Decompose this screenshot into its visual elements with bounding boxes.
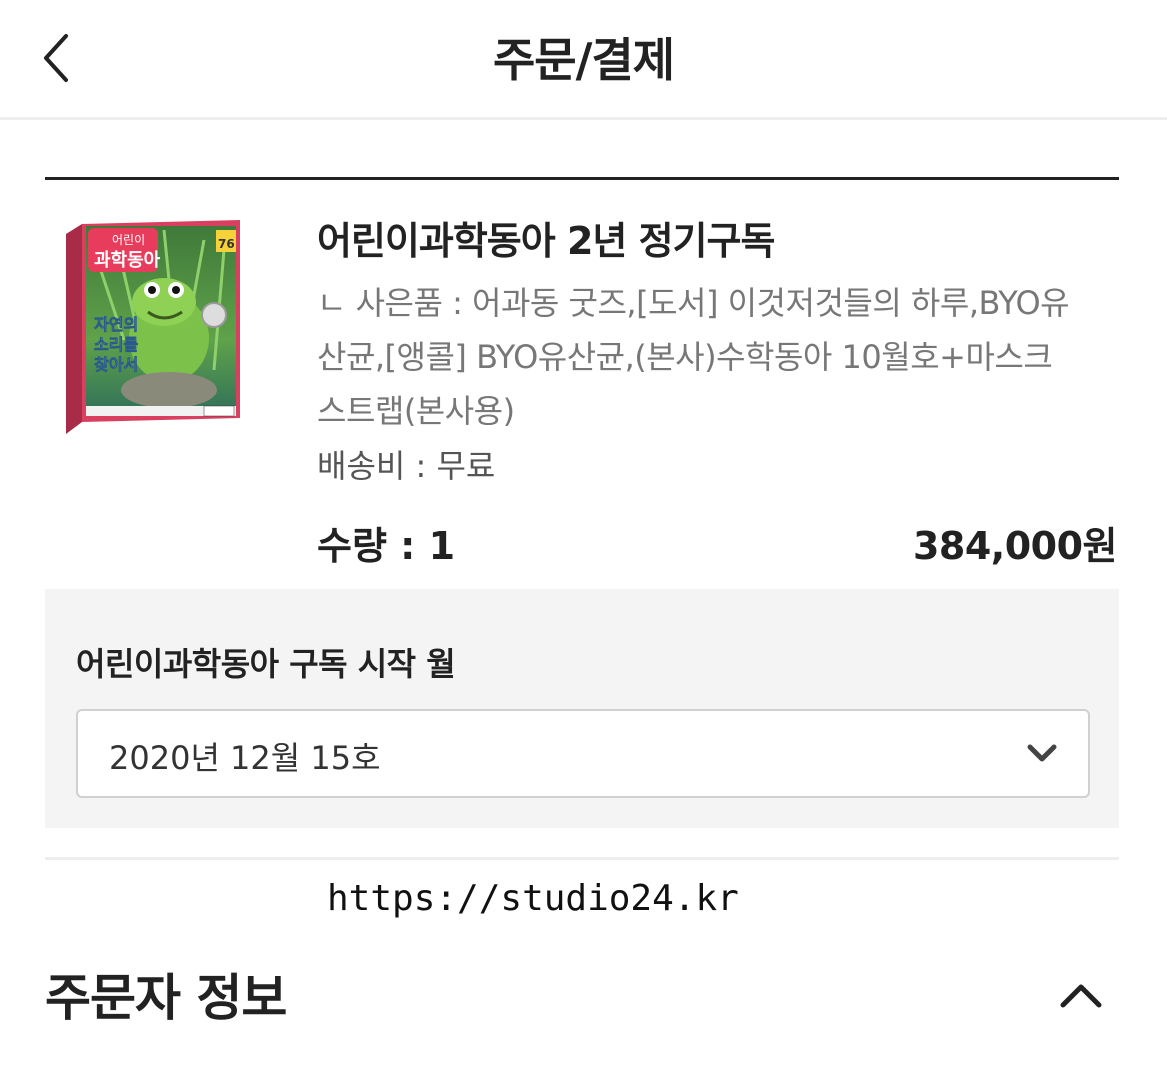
subscription-start-value: 2020년 12월 15호 [109, 739, 381, 777]
cover-logo-line2: 과학동아 [94, 249, 161, 271]
orderer-info-collapse-button[interactable] [1055, 975, 1107, 1015]
gift-description: ㄴ 사은품 : 어과동 굿즈,[도서] 이것저것들의 하루,BYO유산균,[앵콜… [317, 284, 1070, 430]
subscription-start-select[interactable]: 2020년 12월 15호 [76, 709, 1090, 798]
product-price: 384,000원 [912, 524, 1118, 568]
section-divider [45, 857, 1119, 860]
cover-logo-line1: 어린이 [112, 233, 145, 247]
cover-headline-3: 찾아서 [94, 355, 138, 374]
cover-headline-1: 자연의 [94, 315, 138, 334]
product-image[interactable]: 어린이 과학동아 76 자연의 소리를 찾아서 [64, 220, 244, 442]
quantity: 수량 : 1 [317, 524, 456, 568]
watermark-url: https://studio24.kr [327, 878, 739, 919]
section-divider [45, 177, 1119, 180]
chevron-up-icon [1060, 984, 1102, 1008]
cover-issue-number: 76 [218, 237, 235, 251]
page-title: 주문/결제 [492, 33, 675, 87]
cover-headline-2: 소리를 [94, 335, 138, 354]
app-header: 주문/결제 [0, 0, 1167, 120]
subscription-start-panel: 어린이과학동아 구독 시작 월 2020년 12월 15호 [45, 589, 1119, 828]
chevron-down-icon [1027, 744, 1057, 762]
orderer-info-title: 주문자 정보 [45, 969, 287, 1027]
product-name: 어린이과학동아 2년 정기구독 [317, 219, 775, 263]
subscription-start-label: 어린이과학동아 구독 시작 월 [76, 645, 456, 683]
shipping-fee: 배송비 : 무료 [317, 447, 496, 485]
